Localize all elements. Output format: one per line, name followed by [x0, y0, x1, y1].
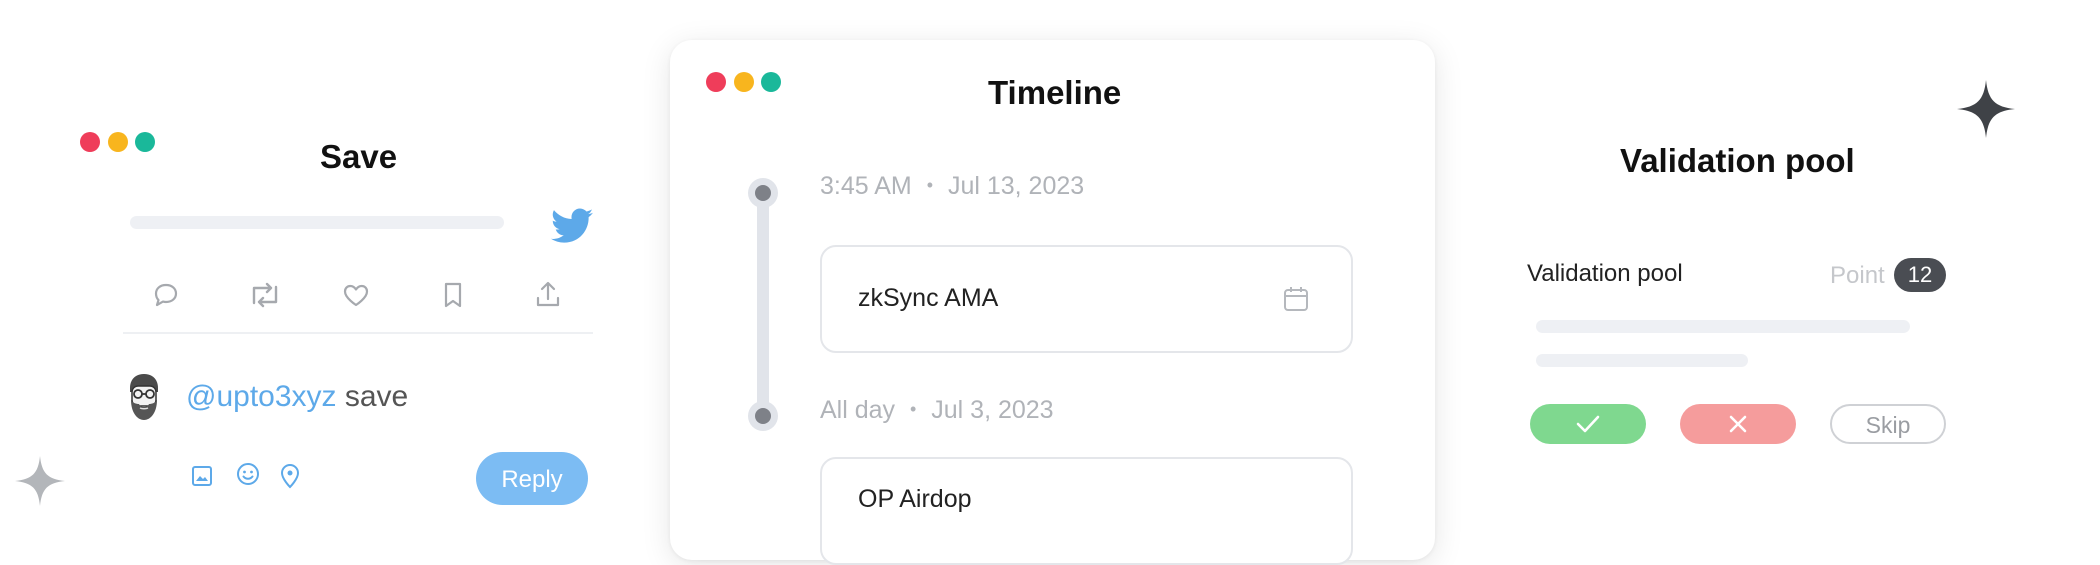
reply-message: save — [344, 380, 409, 413]
avatar — [120, 370, 168, 422]
timeline-title: Timeline — [988, 74, 1122, 111]
point-label: Point — [1830, 262, 1885, 289]
check-icon — [1576, 414, 1600, 434]
emoji-icon[interactable] — [235, 461, 261, 487]
event-title: OP Airdop — [858, 485, 972, 513]
timeline-item-time: All day • Jul 3, 2023 — [820, 396, 1054, 424]
location-icon[interactable] — [278, 461, 302, 489]
twitter-bird-icon — [551, 208, 593, 244]
placeholder-line — [1536, 320, 1910, 333]
timeline-item-time: 3:45 AM • Jul 13, 2023 — [820, 172, 1085, 200]
point-badge: 12 — [1894, 258, 1946, 292]
image-icon[interactable] — [190, 464, 214, 488]
like-icon[interactable] — [340, 279, 372, 311]
bookmark-icon[interactable] — [437, 279, 469, 311]
timeline-event-card[interactable]: OP Airdop — [820, 457, 1353, 565]
window-close-dot[interactable] — [706, 72, 726, 92]
retweet-icon[interactable] — [245, 279, 285, 311]
timeline-rail — [757, 192, 769, 416]
approve-button[interactable] — [1530, 404, 1646, 444]
window-maximize-dot[interactable] — [761, 72, 781, 92]
timeline-node — [748, 178, 778, 208]
validation-title: Validation pool — [1620, 142, 1855, 179]
reply-button[interactable]: Reply — [476, 452, 588, 505]
timeline-node — [748, 401, 778, 431]
sparkle-icon — [15, 456, 65, 506]
skip-button[interactable]: Skip — [1830, 404, 1946, 444]
save-card-title: Save — [320, 138, 398, 175]
mention-link[interactable]: @upto3xyz — [186, 380, 337, 413]
share-icon[interactable] — [532, 278, 564, 310]
tweet-divider — [123, 332, 593, 334]
close-icon — [1728, 414, 1748, 434]
event-title: zkSync AMA — [858, 284, 999, 312]
reject-button[interactable] — [1680, 404, 1796, 444]
reply-text[interactable]: @upto3xyz save — [186, 380, 408, 414]
window-minimize-dot[interactable] — [108, 132, 128, 152]
timeline-event-card[interactable]: zkSync AMA — [820, 245, 1353, 353]
reply-icon[interactable] — [150, 279, 182, 311]
placeholder-line — [1536, 354, 1748, 367]
validation-row-label: Validation pool — [1527, 260, 1683, 287]
calendar-icon[interactable] — [1282, 285, 1310, 313]
sparkle-icon — [1957, 80, 2015, 138]
tweet-placeholder-line — [130, 216, 504, 229]
window-close-dot[interactable] — [80, 132, 100, 152]
window-maximize-dot[interactable] — [135, 132, 155, 152]
window-minimize-dot[interactable] — [734, 72, 754, 92]
